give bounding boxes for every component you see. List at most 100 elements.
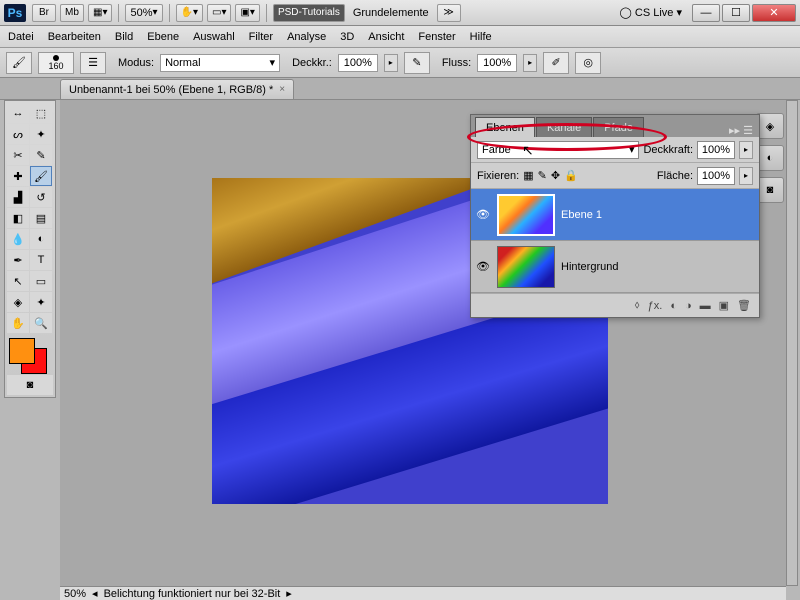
menu-bearbeiten[interactable]: Bearbeiten (48, 31, 101, 43)
lasso-tool[interactable]: ᔕ (7, 124, 29, 144)
screenmode-button[interactable]: ▣▾ (235, 4, 259, 22)
color-swatches[interactable] (7, 338, 53, 374)
flow-arrow[interactable]: ▸ (523, 54, 537, 72)
layer-row[interactable]: 👁 Hintergrund (471, 241, 759, 293)
lock-paint-icon[interactable]: ✎ (538, 169, 547, 182)
flow-input[interactable]: 100% (477, 54, 517, 72)
hand-tool[interactable]: ✋ (7, 313, 29, 333)
bridge-button[interactable]: Br (32, 4, 56, 22)
document-title: Unbenannt-1 bei 50% (Ebene 1, RGB/8) * (69, 84, 273, 96)
menu-bild[interactable]: Bild (115, 31, 133, 43)
pen-tool[interactable]: ✒ (7, 250, 29, 270)
menu-3d[interactable]: 3D (340, 31, 354, 43)
new-layer-icon[interactable]: ▣ (719, 299, 729, 312)
flaeche-input[interactable]: 100% (697, 167, 735, 185)
3d-tool[interactable]: ◈ (7, 292, 29, 312)
brush-panel-toggle[interactable]: ☰ (80, 52, 106, 74)
workspace-more[interactable]: ≫ (437, 4, 461, 22)
group-icon[interactable]: ▬ (700, 300, 711, 312)
flaeche-arrow[interactable]: ▸ (739, 167, 753, 185)
heal-tool[interactable]: ✚ (7, 166, 29, 186)
stamp-tool[interactable]: ▟ (7, 187, 29, 207)
lock-trans-icon[interactable]: ▦ (523, 169, 533, 182)
eyedropper-tool[interactable]: ✎ (30, 145, 52, 165)
dock-strip[interactable] (786, 100, 798, 586)
adjustment-icon[interactable]: ◑ (685, 300, 692, 312)
close-doc-icon[interactable]: × (279, 84, 285, 95)
cslive-indicator[interactable]: ◯ CS Live ▾ (620, 6, 682, 19)
dock-adjust-icon[interactable]: ◐ (756, 145, 784, 171)
fx-icon[interactable]: ƒx. (648, 300, 663, 312)
workspace-psd-tutorials[interactable]: PSD-Tutorials (273, 4, 345, 22)
type-tool[interactable]: T (30, 250, 52, 270)
trash-icon[interactable]: 🗑 (737, 299, 751, 312)
wand-tool[interactable]: ✦ (30, 124, 52, 144)
deckkraft-input[interactable]: 100% (697, 141, 735, 159)
brush-tool[interactable]: 🖌 (30, 166, 52, 186)
dodge-tool[interactable]: ◐ (30, 229, 52, 249)
blend-mode-select[interactable]: Normal (160, 54, 280, 72)
airbrush-icon[interactable]: ✐ (543, 52, 569, 74)
crop-tool[interactable]: ✂ (7, 145, 29, 165)
tool-preset-icon[interactable]: 🖌 (6, 52, 32, 74)
layer-name[interactable]: Hintergrund (561, 261, 618, 273)
fixieren-label: Fixieren: (477, 170, 519, 182)
menu-fenster[interactable]: Fenster (418, 31, 455, 43)
opacity-input[interactable]: 100% (338, 54, 378, 72)
flaeche-label: Fläche: (657, 170, 693, 182)
move-tool[interactable]: ↔ (7, 103, 29, 123)
view-extras-button[interactable]: ▦▾ (88, 4, 112, 22)
3d-cam-tool[interactable]: ✦ (30, 292, 52, 312)
minibridge-button[interactable]: Mb (60, 4, 84, 22)
zoom-level-select[interactable]: 50% ▾ (125, 4, 162, 22)
quickmask-tool[interactable]: ◙ (7, 375, 53, 395)
workspace-grundelemente[interactable]: Grundelemente (353, 7, 429, 19)
menu-auswahl[interactable]: Auswahl (193, 31, 235, 43)
maximize-button[interactable]: ☐ (722, 4, 750, 22)
path-tool[interactable]: ↖ (7, 271, 29, 291)
layer-thumb[interactable] (497, 194, 555, 236)
minimize-button[interactable]: — (692, 4, 720, 22)
opacity-arrow[interactable]: ▸ (384, 54, 398, 72)
deckkraft-arrow[interactable]: ▸ (739, 141, 753, 159)
menu-filter[interactable]: Filter (249, 31, 273, 43)
layer-thumb[interactable] (497, 246, 555, 288)
tab-kanaele[interactable]: Kanäle (536, 117, 592, 137)
layer-row[interactable]: 👁 Ebene 1 (471, 189, 759, 241)
close-button[interactable]: ✕ (752, 4, 796, 22)
history-brush-tool[interactable]: ↺ (30, 187, 52, 207)
menu-datei[interactable]: Datei (8, 31, 34, 43)
dock-layers-icon[interactable]: ◈ (756, 113, 784, 139)
visibility-icon[interactable]: 👁 (475, 207, 491, 223)
deckkraft-label: Deckkraft: (643, 144, 693, 156)
zoom-tool[interactable]: 🔍 (30, 313, 52, 333)
status-zoom[interactable]: 50% (64, 588, 86, 600)
menu-hilfe[interactable]: Hilfe (470, 31, 492, 43)
layer-blend-select[interactable]: Farbe (477, 141, 639, 159)
link-layers-icon[interactable]: ⬨ (635, 299, 640, 312)
tablet-size-icon[interactable]: ◎ (575, 52, 601, 74)
gradient-tool[interactable]: ▤ (30, 208, 52, 228)
brush-preview[interactable]: 160 (38, 52, 74, 74)
lock-move-icon[interactable]: ✥ (551, 169, 560, 182)
panel-menu-icon[interactable]: ▸▸ ☰ (723, 124, 759, 137)
shape-tool[interactable]: ▭ (30, 271, 52, 291)
marquee-tool[interactable]: ⬚ (30, 103, 52, 123)
menu-ansicht[interactable]: Ansicht (368, 31, 404, 43)
mask-icon[interactable]: ◐ (670, 300, 677, 312)
tab-ebenen[interactable]: Ebenen (475, 117, 535, 137)
tab-pfade[interactable]: Pfade (593, 117, 644, 137)
fg-color-swatch (9, 338, 35, 364)
menu-ebene[interactable]: Ebene (147, 31, 179, 43)
menu-analyse[interactable]: Analyse (287, 31, 326, 43)
tablet-opacity-icon[interactable]: ✎ (404, 52, 430, 74)
lock-all-icon[interactable]: 🔒 (564, 169, 578, 182)
hand-button[interactable]: ✋▾ (176, 4, 203, 22)
visibility-icon[interactable]: 👁 (475, 259, 491, 275)
eraser-tool[interactable]: ◧ (7, 208, 29, 228)
arrange-button[interactable]: ▭▾ (207, 4, 231, 22)
dock-mask-icon[interactable]: ◙ (756, 177, 784, 203)
document-tab[interactable]: Unbenannt-1 bei 50% (Ebene 1, RGB/8) * × (60, 79, 294, 99)
layer-name[interactable]: Ebene 1 (561, 209, 602, 221)
blur-tool[interactable]: 💧 (7, 229, 29, 249)
